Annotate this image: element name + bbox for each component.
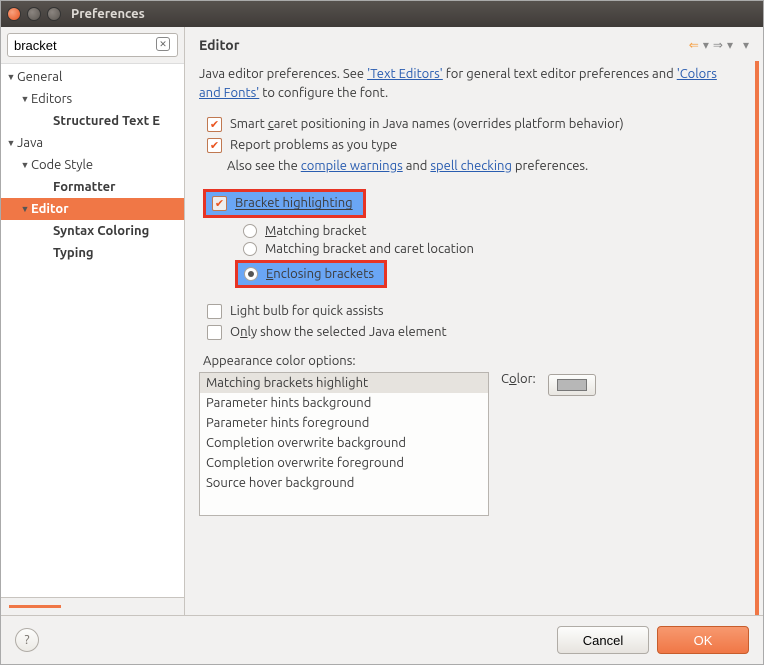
nav-icons: ⇐ ▾ ⇒ ▾ ▾ [689,38,749,52]
main-header: Editor ⇐ ▾ ⇒ ▾ ▾ [185,27,763,61]
color-label: Color: [501,372,536,386]
desc-text: Java editor preferences. See [199,67,367,81]
tree-item-editor[interactable]: ▼Editor [1,198,184,220]
matching-bracket-row: Matching bracket [243,224,741,238]
sidebar-indicator [9,605,61,608]
lightbulb-checkbox[interactable] [207,304,222,319]
list-item[interactable]: Parameter hints foreground [200,413,488,433]
color-swatch [557,379,587,391]
matching-caret-radio[interactable] [243,242,257,256]
tree-label: Typing [53,246,94,260]
forward-menu-icon[interactable]: ▾ [727,38,733,52]
close-icon[interactable] [7,7,21,21]
matching-bracket-label: Matching bracket [265,224,366,238]
smart-caret-checkbox[interactable] [207,117,222,132]
enclosing-brackets-row: Enclosing brackets [235,260,741,288]
maximize-icon[interactable] [47,7,61,21]
tree-label: Structured Text E [53,114,160,128]
text-editors-link[interactable]: 'Text Editors' [367,67,443,81]
list-item[interactable]: Parameter hints background [200,393,488,413]
tree-item-syntax[interactable]: Syntax Coloring [1,220,184,242]
tree-item-java[interactable]: ▼Java [1,132,184,154]
report-problems-checkbox[interactable] [207,138,222,153]
description: Java editor preferences. See 'Text Edito… [199,65,741,103]
list-item[interactable]: Completion overwrite background [200,433,488,453]
compile-warnings-link[interactable]: compile warnings [301,159,403,173]
tree-item-editors[interactable]: ▼Editors [1,88,184,110]
matching-bracket-radio[interactable] [243,224,257,238]
bracket-highlight-box: Bracket highlighting [203,189,366,218]
tree-item-general[interactable]: ▼General [1,66,184,88]
report-problems-option: Report problems as you type [207,138,741,153]
appearance-listbox[interactable]: Matching brackets highlight Parameter hi… [199,372,489,516]
clear-search-icon[interactable]: ✕ [156,37,170,51]
tree-item-structured[interactable]: Structured Text E [1,110,184,132]
help-button[interactable]: ? [15,628,39,652]
bracket-highlight-label: Bracket highlighting [235,196,353,210]
smart-caret-option: Smart caret positioning in Java names (o… [207,117,741,132]
also-see-line: Also see the compile warnings and spell … [227,159,741,173]
back-menu-icon[interactable]: ▾ [703,38,709,52]
sidebar-footer [1,597,184,615]
page-title: Editor [199,37,689,53]
content: Java editor preferences. See 'Text Edito… [185,61,759,615]
lightbulb-label: Light bulb for quick assists [230,304,384,318]
list-item[interactable]: Matching brackets highlight [200,373,488,393]
tree-label: General [17,70,62,84]
matching-caret-label: Matching bracket and caret location [265,242,474,256]
desc-text: to configure the font. [259,86,388,100]
forward-icon[interactable]: ⇒ [713,38,723,52]
main-panel: Editor ⇐ ▾ ⇒ ▾ ▾ Java editor preferences… [185,27,763,615]
list-item[interactable]: Source hover background [200,473,488,493]
tree-item-typing[interactable]: Typing [1,242,184,264]
sidebar: ✕ ▼General ▼Editors Structured Text E ▼J… [1,27,185,615]
spell-checking-link[interactable]: spell checking [430,159,512,173]
color-picker-group: Color: [501,372,536,386]
list-item[interactable]: Completion overwrite foreground [200,453,488,473]
bracket-highlight-row: Bracket highlighting [203,189,741,218]
also-text: and [403,159,431,173]
bracket-highlight-checkbox[interactable] [212,196,227,211]
tree-label: Formatter [53,180,115,194]
titlebar[interactable]: Preferences [1,1,763,27]
preference-tree[interactable]: ▼General ▼Editors Structured Text E ▼Jav… [1,63,184,597]
preferences-window: Preferences ✕ ▼General ▼Editors Structur… [0,0,764,665]
lightbulb-option: Light bulb for quick assists [207,304,741,319]
tree-label: Java [17,136,43,150]
body: ✕ ▼General ▼Editors Structured Text E ▼J… [1,27,763,615]
smart-caret-label: Smart caret positioning in Java names (o… [230,117,624,131]
back-icon[interactable]: ⇐ [689,38,699,52]
tree-label: Code Style [31,158,93,172]
dialog-footer: ? Cancel OK [1,615,763,664]
also-text: Also see the [227,159,301,173]
cancel-button[interactable]: Cancel [557,626,649,654]
window-title: Preferences [71,7,145,21]
enclosing-brackets-radio[interactable] [244,267,258,281]
enclosing-brackets-label: Enclosing brackets [266,267,374,281]
ok-button[interactable]: OK [657,626,749,654]
onlyshow-checkbox[interactable] [207,325,222,340]
search-input[interactable] [7,33,178,57]
tree-label: Syntax Coloring [53,224,149,238]
color-button[interactable] [548,374,596,396]
onlyshow-option: Only show the selected Java element [207,325,741,340]
tree-label: Editors [31,92,72,106]
minimize-icon[interactable] [27,7,41,21]
enclosing-brackets-box: Enclosing brackets [235,260,387,288]
tree-label: Editor [31,202,69,216]
desc-text: for general text editor preferences and [443,67,677,81]
search-wrap: ✕ [1,27,184,63]
tree-item-codestyle[interactable]: ▼Code Style [1,154,184,176]
tree-item-formatter[interactable]: Formatter [1,176,184,198]
appearance-label: Appearance color options: [203,354,741,368]
appearance-row: Matching brackets highlight Parameter hi… [199,372,741,516]
report-problems-label: Report problems as you type [230,138,397,152]
onlyshow-label: Only show the selected Java element [230,325,447,339]
view-menu-icon[interactable]: ▾ [743,38,749,52]
also-text: preferences. [512,159,588,173]
matching-caret-row: Matching bracket and caret location [243,242,741,256]
